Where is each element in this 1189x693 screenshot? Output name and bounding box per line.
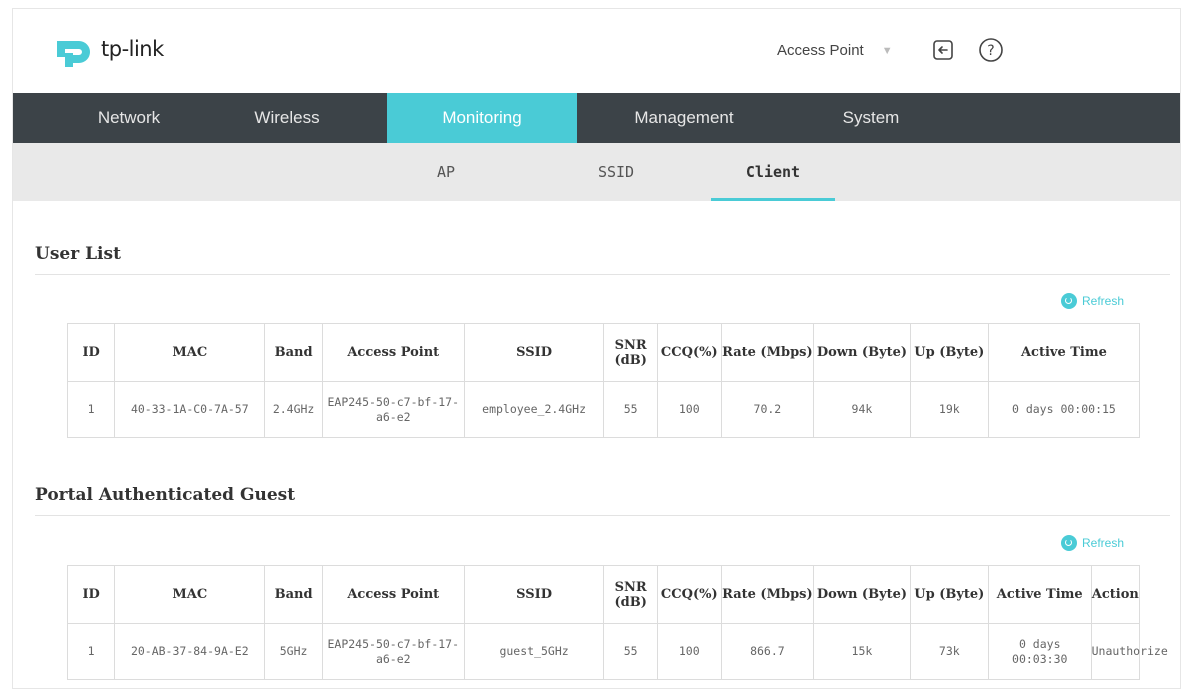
portal-guest-table: ID MAC Band Access Point SSID SNR (dB) C… <box>66 565 1168 680</box>
app-window: tp-link Access Point ▼ ? Network Wireles… <box>12 8 1181 689</box>
table-cell: 0 days 00:00:15 <box>987 381 1141 438</box>
column-header: MAC <box>114 323 266 382</box>
table-cell: 100 <box>656 381 722 438</box>
table-cell: 1 <box>66 623 116 680</box>
column-header: SSID <box>463 565 605 624</box>
table-cell: 5GHz <box>264 623 323 680</box>
table-cell: 1 <box>66 381 116 438</box>
column-header: Access Point <box>321 323 465 382</box>
table-cell: 70.2 <box>720 381 815 438</box>
table-cell: 94k <box>813 381 911 438</box>
mode-select[interactable]: Access Point ▼ <box>777 42 893 59</box>
table-cell: 20-AB-37-84-9A-E2 <box>114 623 266 680</box>
column-header: SSID <box>463 323 605 382</box>
column-header: SNR (dB) <box>603 565 658 624</box>
nav-item-label: System <box>842 108 900 127</box>
nav-item-label: Wireless <box>254 108 320 127</box>
tp-link-logo: tp-link <box>53 31 164 67</box>
table-cell: 866.7 <box>720 623 815 680</box>
section-title-user-list: User List <box>35 244 121 264</box>
table-cell: employee_2.4GHz <box>463 381 605 438</box>
table-cell: 2.4GHz <box>264 381 323 438</box>
unauthorize-button[interactable]: Unauthorize <box>1090 623 1168 680</box>
nav-item-monitoring[interactable]: Monitoring <box>387 93 577 143</box>
user-list-table: ID MAC Band Access Point SSID SNR (dB) C… <box>66 323 1141 438</box>
refresh-label: Refresh <box>1082 536 1125 550</box>
table-cell: 100 <box>656 623 722 680</box>
table-cell: 19k <box>909 381 989 438</box>
column-header: Active Time <box>987 323 1141 382</box>
svg-text:?: ? <box>987 43 994 59</box>
nav-item-label: Network <box>97 108 161 127</box>
column-header: Active Time <box>987 565 1092 624</box>
table-cell: 15k <box>813 623 911 680</box>
column-header: ID <box>66 565 116 624</box>
nav-item-label: Monitoring <box>442 108 522 127</box>
column-header: Band <box>264 323 323 382</box>
mode-select-value: Access Point <box>777 42 864 59</box>
refresh-label: Refresh <box>1082 294 1125 308</box>
tab-ssid[interactable]: SSID <box>561 143 671 201</box>
column-header: Band <box>264 565 323 624</box>
column-header: Access Point <box>321 565 465 624</box>
tab-label: AP <box>436 163 456 181</box>
column-header: ID <box>66 323 116 382</box>
nav-item-management[interactable]: Management <box>577 93 791 143</box>
refresh-button[interactable]: Refresh <box>1061 293 1124 309</box>
table-cell: 0 days 00:03:30 <box>987 623 1092 680</box>
table-header-row: ID MAC Band Access Point SSID SNR (dB) C… <box>66 323 1141 382</box>
table-cell: EAP245-50-c7-bf-17-a6-e2 <box>321 381 465 438</box>
column-header: Down (Byte) <box>813 565 911 624</box>
column-header: Rate (Mbps) <box>720 323 815 382</box>
table-cell: 40-33-1A-C0-7A-57 <box>114 381 266 438</box>
column-header: Rate (Mbps) <box>720 565 815 624</box>
column-header: MAC <box>114 565 266 624</box>
logo-text: tp-link <box>101 37 164 61</box>
column-header: Up (Byte) <box>909 323 989 382</box>
table-row: 1 40-33-1A-C0-7A-57 2.4GHz EAP245-50-c7-… <box>66 381 1141 438</box>
column-header: CCQ(%) <box>656 565 722 624</box>
column-header: SNR (dB) <box>603 323 658 382</box>
nav-item-wireless[interactable]: Wireless <box>187 93 387 143</box>
table-header-row: ID MAC Band Access Point SSID SNR (dB) C… <box>66 565 1141 624</box>
active-tab-indicator <box>711 198 835 201</box>
refresh-icon <box>1061 535 1077 551</box>
tab-client[interactable]: Client <box>711 143 835 201</box>
column-header: Down (Byte) <box>813 323 911 382</box>
logout-icon[interactable] <box>930 37 956 63</box>
tab-label: Client <box>745 163 801 181</box>
nav-item-label: Management <box>634 108 734 127</box>
section-title-portal-guest: Portal Authenticated Guest <box>35 485 296 505</box>
table-cell: guest_5GHz <box>463 623 605 680</box>
refresh-icon <box>1061 293 1077 309</box>
nav-item-network[interactable]: Network <box>71 93 187 143</box>
chevron-down-icon: ▼ <box>881 44 893 57</box>
column-header: Up (Byte) <box>909 565 989 624</box>
tp-link-logo-icon <box>57 41 90 67</box>
main-nav: Network Wireless Monitoring Management S… <box>13 93 1180 143</box>
column-header: CCQ(%) <box>656 323 722 382</box>
section-divider <box>35 515 1170 516</box>
table-cell: EAP245-50-c7-bf-17-a6-e2 <box>321 623 465 680</box>
help-icon[interactable]: ? <box>978 37 1004 63</box>
table-cell: 55 <box>603 381 658 438</box>
table-row: 1 20-AB-37-84-9A-E2 5GHz EAP245-50-c7-bf… <box>66 623 1168 680</box>
header: tp-link Access Point ▼ ? <box>13 9 1180 93</box>
refresh-button[interactable]: Refresh <box>1061 535 1124 551</box>
nav-item-system[interactable]: System <box>791 93 951 143</box>
tab-label: SSID <box>597 163 635 181</box>
table-cell: 73k <box>909 623 989 680</box>
column-header: Action <box>1090 565 1141 624</box>
section-divider <box>35 274 1170 275</box>
tab-ap[interactable]: AP <box>391 143 501 201</box>
table-cell: 55 <box>603 623 658 680</box>
sub-nav: AP SSID Client <box>13 143 1180 201</box>
